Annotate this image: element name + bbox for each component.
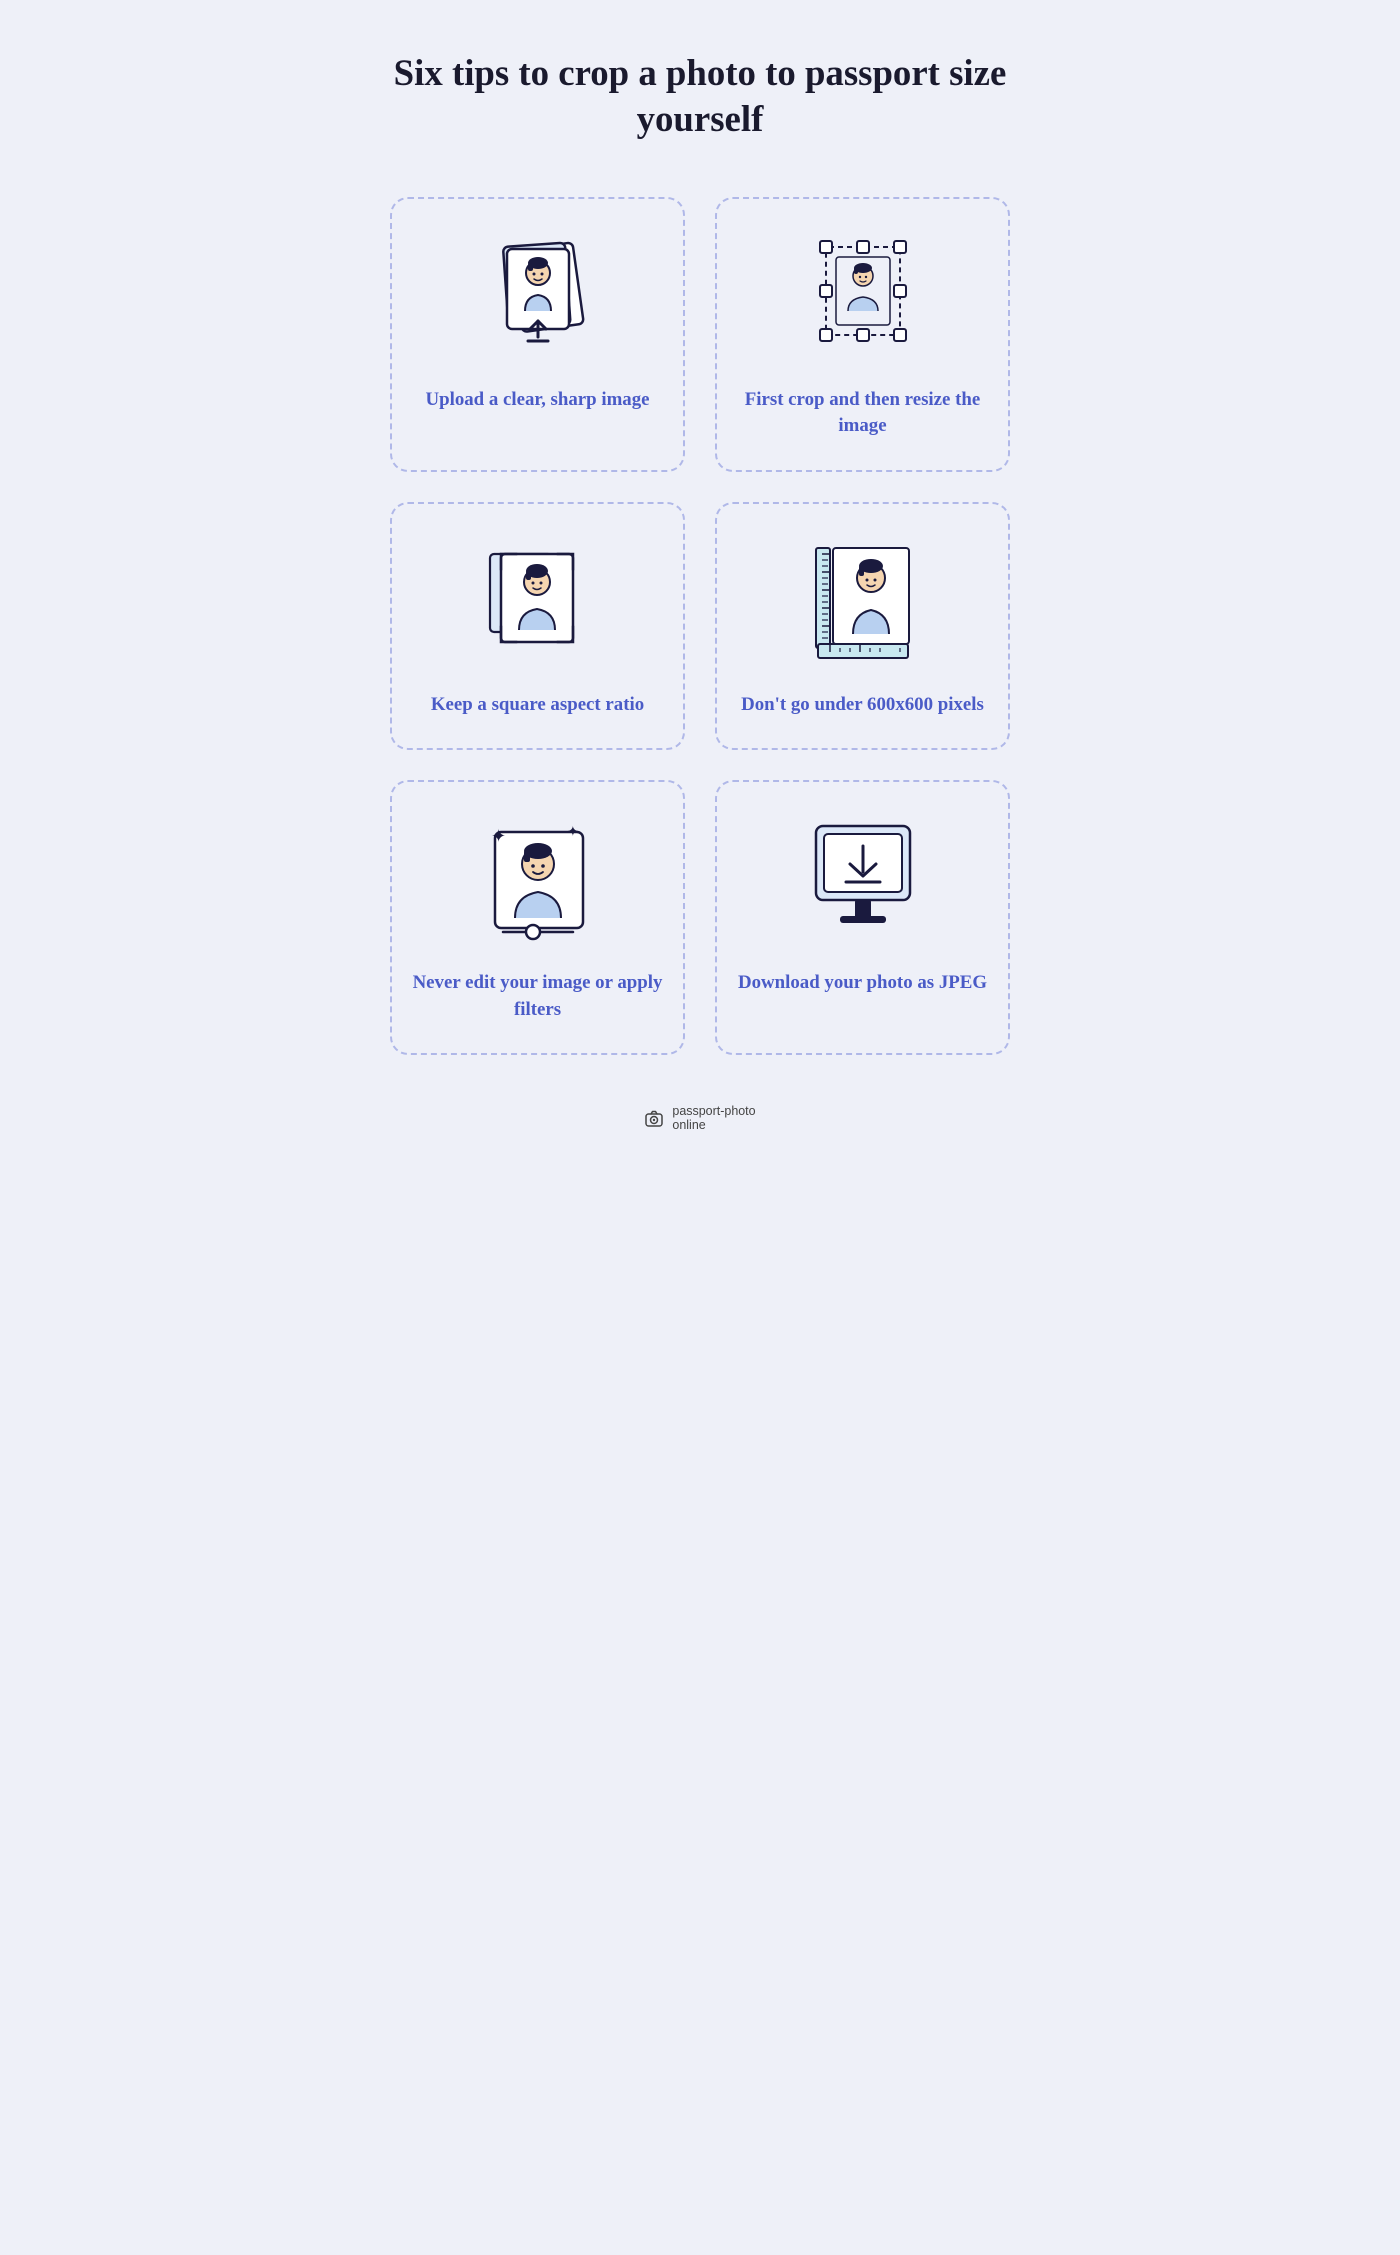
pixels-icon [798, 534, 928, 674]
card-2-label: First crop and then resize the image [737, 387, 988, 440]
card-no-filter: ✦ ✦ Never edit your image or apply filte… [390, 780, 685, 1055]
card-square-ratio: Keep a square aspect ratio [390, 502, 685, 750]
brand-line1: passport-photo [672, 1105, 755, 1119]
card-download: Download your photo as JPEG [715, 780, 1010, 1055]
crop-resize-icon [798, 229, 928, 369]
card-3-label: Keep a square aspect ratio [431, 692, 644, 718]
camera-icon [644, 1109, 664, 1129]
card-4-label: Don't go under 600x600 pixels [741, 692, 984, 718]
no-filter-icon: ✦ ✦ [473, 812, 603, 952]
download-jpeg-icon [798, 812, 928, 952]
brand-line2: online [672, 1119, 755, 1133]
page-title: Six tips to crop a photo to passport siz… [390, 50, 1010, 142]
brand-logo: passport-photo online [644, 1105, 755, 1132]
svg-text:✦: ✦ [567, 823, 579, 839]
svg-text:✦: ✦ [491, 826, 506, 846]
card-1-label: Upload a clear, sharp image [425, 387, 649, 413]
card-5-label: Never edit your image or apply filters [412, 970, 663, 1023]
card-pixels: Don't go under 600x600 pixels [715, 502, 1010, 750]
card-crop-resize: First crop and then resize the image [715, 197, 1010, 472]
brand-text: passport-photo online [672, 1105, 755, 1132]
card-upload: Upload a clear, sharp image [390, 197, 685, 472]
page: Six tips to crop a photo to passport siz… [350, 0, 1050, 1193]
upload-photo-icon [473, 229, 603, 369]
square-ratio-icon [473, 534, 603, 674]
tips-grid: Upload a clear, sharp image [390, 197, 1010, 1055]
card-6-label: Download your photo as JPEG [738, 970, 987, 996]
footer: passport-photo online [390, 1105, 1010, 1132]
